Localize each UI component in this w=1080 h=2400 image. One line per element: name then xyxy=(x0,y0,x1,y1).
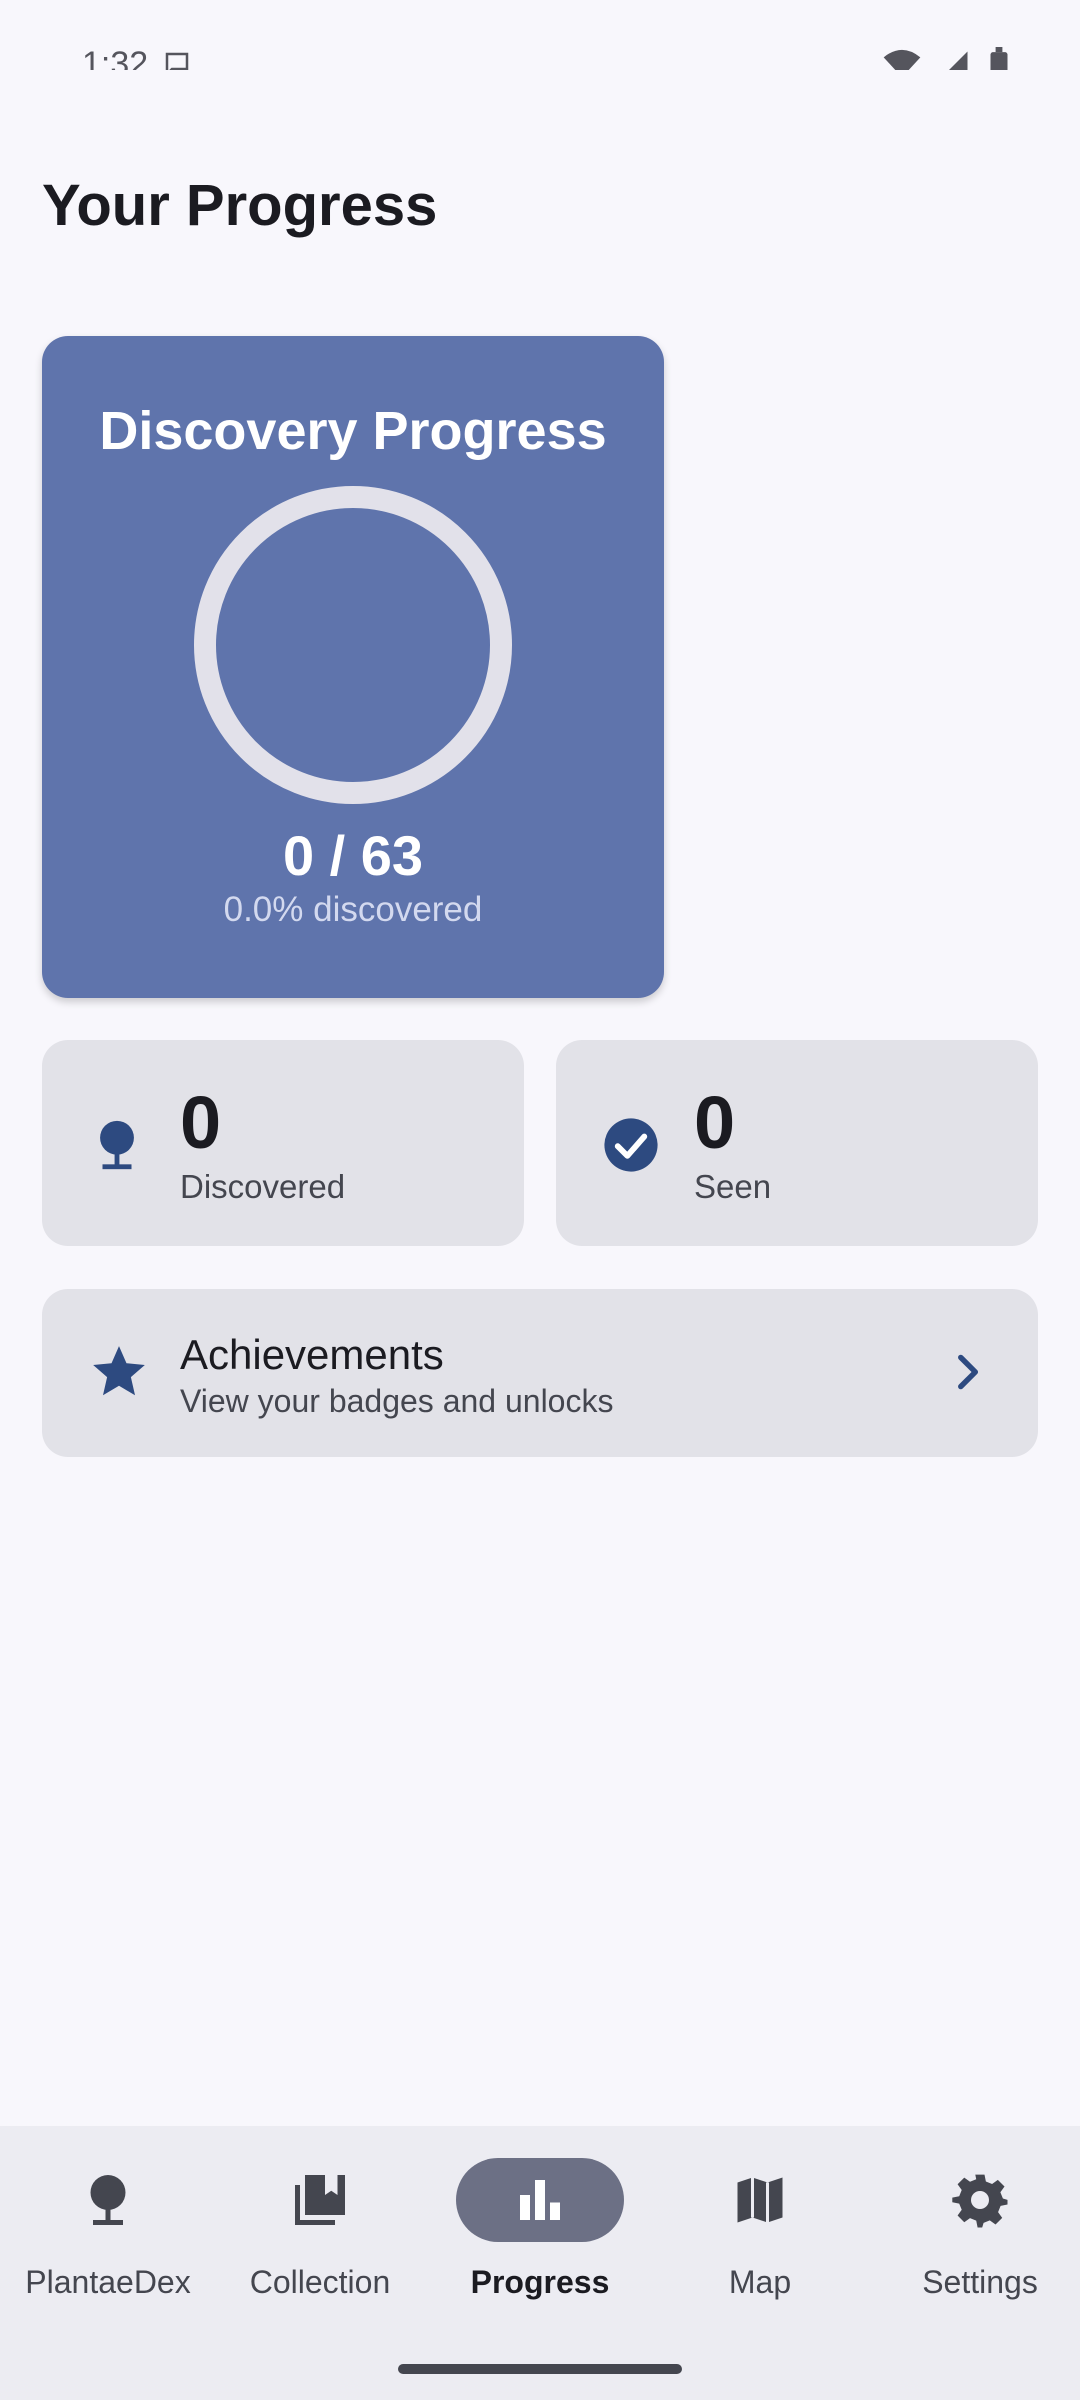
map-icon xyxy=(737,2177,783,2223)
gear-icon xyxy=(952,2174,1008,2228)
progress-card-title: Discovery Progress xyxy=(99,401,607,461)
star-icon xyxy=(93,1346,145,1396)
nav-item-map[interactable]: Map xyxy=(652,2156,868,2326)
progress-count: 0 / 63 xyxy=(282,824,424,887)
achievements-title: Achievements xyxy=(180,1331,444,1378)
achievements-button[interactable]: Achievements View your badges and unlock… xyxy=(42,1289,1038,1457)
tree-icon xyxy=(90,2175,126,2225)
chevron-right-icon xyxy=(958,1354,979,1390)
collection-icon xyxy=(295,2175,345,2225)
home-indicator[interactable] xyxy=(398,2364,682,2374)
wifi-icon xyxy=(883,49,921,70)
discovery-progress-card: Discovery Progress 0 / 63 0.0% discovere… xyxy=(42,336,664,998)
seen-stat-card: 0 Seen xyxy=(556,1040,1038,1246)
progress-ring-track xyxy=(194,486,512,804)
discovered-count: 0 xyxy=(180,1081,222,1164)
nav-label-collection: Collection xyxy=(249,2264,391,2300)
status-time: 1:32 xyxy=(82,44,149,71)
nav-label-plantaedex: PlantaeDex xyxy=(25,2264,191,2300)
seen-count: 0 xyxy=(694,1081,736,1164)
achievements-subtitle: View your badges and unlocks xyxy=(180,1383,614,1419)
battery-icon xyxy=(990,47,1008,70)
nav-label-progress: Progress xyxy=(470,2264,610,2300)
status-right xyxy=(882,47,1010,70)
bottom-navigation: PlantaeDex Collection Progress Map Setti… xyxy=(0,2126,1080,2400)
progress-percent: 0.0% discovered xyxy=(223,890,483,929)
nav-item-settings[interactable]: Settings xyxy=(872,2156,1080,2326)
signal-icon xyxy=(949,51,968,70)
nav-item-plantaedex[interactable]: PlantaeDex xyxy=(0,2156,216,2326)
status-bar: 1:32 xyxy=(0,0,1080,70)
page-title: Your Progress xyxy=(42,173,438,238)
status-left: 1:32 xyxy=(82,44,192,71)
progress-ring xyxy=(194,486,512,804)
discovered-stat-card: 0 Discovered xyxy=(42,1040,524,1246)
nav-label-map: Map xyxy=(728,2264,792,2300)
nav-item-progress[interactable]: Progress xyxy=(432,2156,648,2326)
progress-screen: 1:32 Your Progress Discovery Progress 0 … xyxy=(0,0,1080,2400)
discovered-label: Discovered xyxy=(180,1168,346,1205)
nav-label-settings: Settings xyxy=(922,2264,1038,2300)
check-circle-icon xyxy=(604,1118,658,1172)
nav-item-collection[interactable]: Collection xyxy=(212,2156,428,2326)
tree-icon xyxy=(100,1120,134,1170)
notification-icon xyxy=(165,52,189,70)
seen-label: Seen xyxy=(694,1168,772,1205)
bar-chart-icon xyxy=(520,2180,560,2220)
